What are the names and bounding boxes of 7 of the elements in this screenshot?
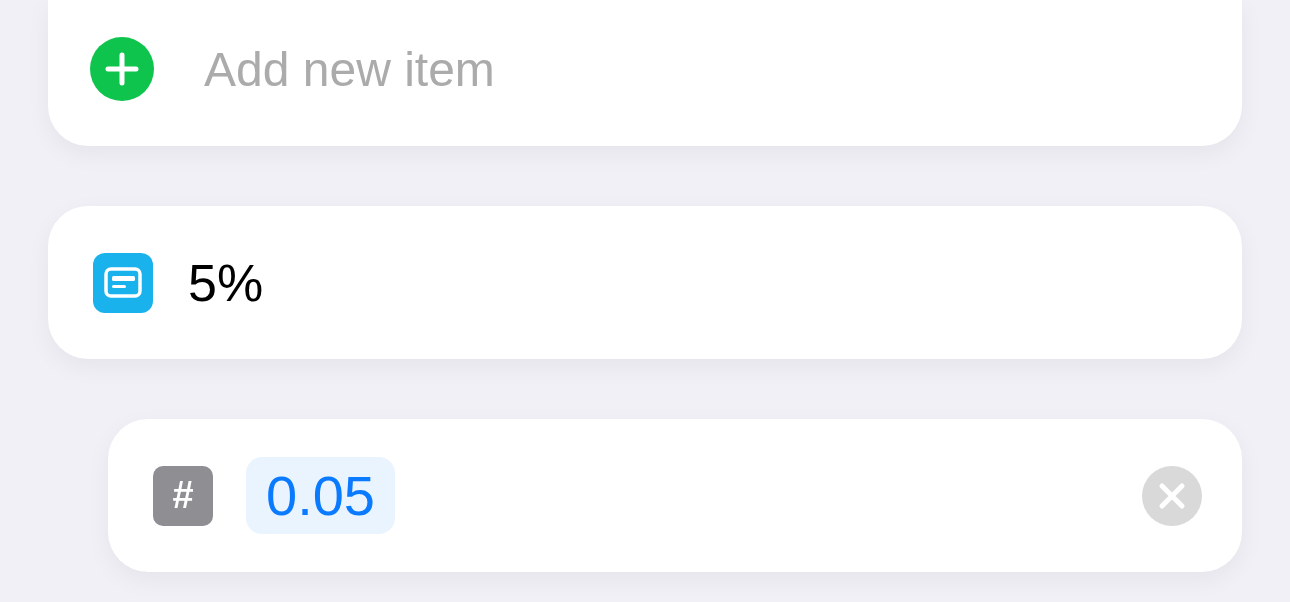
number-type-icon: # [153, 465, 213, 526]
close-icon [1159, 483, 1185, 508]
number-token[interactable]: 0.05 [246, 457, 395, 534]
card-icon [93, 252, 153, 313]
add-item-field[interactable]: Add new item [204, 41, 904, 97]
variable-label: 5% [188, 252, 264, 313]
add-icon[interactable] [90, 37, 154, 101]
